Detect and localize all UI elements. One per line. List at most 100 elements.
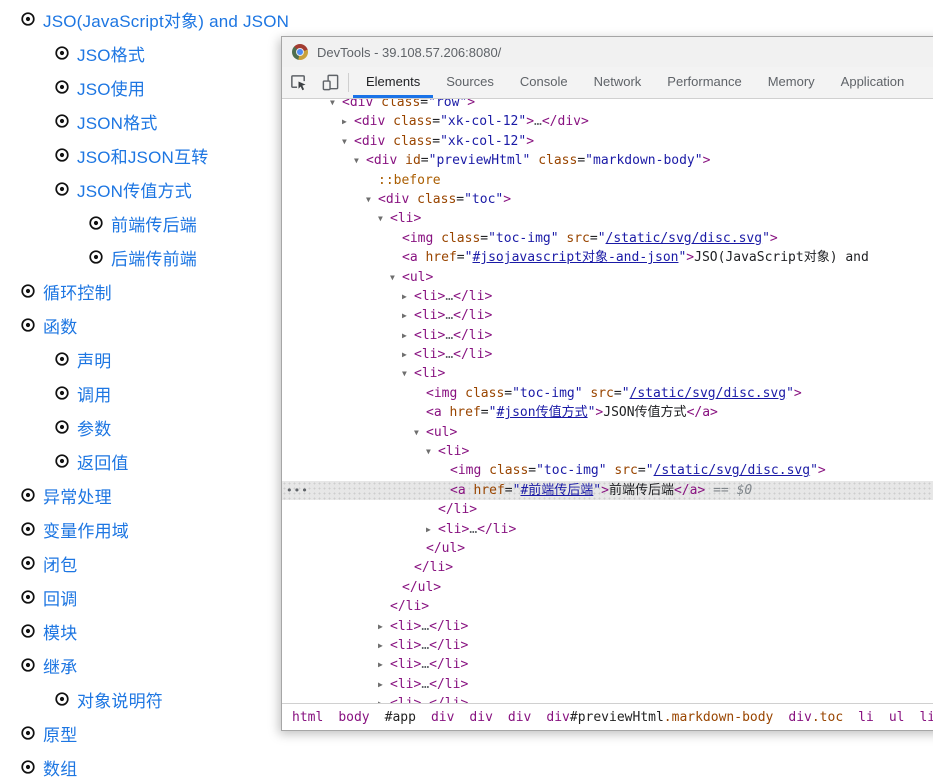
toc-link[interactable]: 声明 (77, 347, 111, 372)
toc-link[interactable]: 变量作用域 (43, 517, 129, 542)
tree-row[interactable]: </ul> (282, 578, 933, 597)
breadcrumb-item[interactable]: div.toc (788, 710, 843, 725)
devtools-title: DevTools - 39.108.57.206:8080/ (317, 45, 501, 60)
expanded-arrow-icon[interactable]: ▼ (414, 423, 426, 442)
breadcrumb-item[interactable]: li (919, 710, 933, 725)
expanded-arrow-icon[interactable]: ▼ (426, 442, 438, 461)
expanded-arrow-icon[interactable]: ▼ (378, 209, 390, 228)
tab-application[interactable]: Application (828, 67, 918, 98)
toc-link[interactable]: 参数 (77, 415, 111, 440)
tree-row[interactable]: ▶<div class="xk-col-12">…</div> (282, 112, 933, 131)
tree-row[interactable]: ▶<li>…</li> (282, 694, 933, 703)
tree-row[interactable]: ▼<div class="toc"> (282, 190, 933, 209)
breadcrumb-item[interactable]: body (338, 710, 369, 725)
code-token: </li> (429, 696, 468, 703)
toc-link[interactable]: 原型 (43, 721, 77, 746)
toc-link[interactable]: 返回值 (77, 449, 129, 474)
breadcrumb-item[interactable]: div#previewHtml.markdown-body (546, 710, 773, 725)
collapsed-arrow-icon[interactable]: ▶ (402, 345, 414, 364)
tree-row[interactable]: ▶<li>…</li> (282, 287, 933, 306)
breadcrumb-item[interactable]: li (858, 710, 874, 725)
collapsed-arrow-icon[interactable]: ▶ (378, 694, 390, 703)
breadcrumb-item[interactable]: div (469, 710, 492, 725)
tree-row[interactable]: <img class="toc-img" src="/static/svg/di… (282, 229, 933, 248)
breadcrumb-item[interactable]: ul (889, 710, 905, 725)
tree-row[interactable]: ▶<li>…</li> (282, 675, 933, 694)
toc-link[interactable]: 模块 (43, 619, 77, 644)
toc-link[interactable]: 循环控制 (43, 279, 112, 304)
tab-memory[interactable]: Memory (755, 67, 828, 98)
code-token: "previewHtml" (429, 153, 531, 168)
tree-row[interactable]: ▼<div class="xk-col-12"> (282, 132, 933, 151)
tab-console[interactable]: Console (507, 67, 581, 98)
tree-row[interactable]: ▼<li> (282, 209, 933, 228)
collapsed-arrow-icon[interactable]: ▶ (378, 655, 390, 674)
inspect-element-icon[interactable] (282, 67, 314, 98)
expanded-arrow-icon[interactable]: ▼ (330, 99, 342, 112)
breadcrumb-item[interactable]: #app (385, 710, 416, 725)
toc-link[interactable]: 异常处理 (43, 483, 112, 508)
toc-link[interactable]: JSO使用 (77, 75, 145, 100)
tree-row[interactable]: ▶<li>…</li> (282, 306, 933, 325)
toc-link[interactable]: 后端传前端 (111, 245, 197, 270)
collapsed-arrow-icon[interactable]: ▶ (378, 675, 390, 694)
expanded-arrow-icon[interactable]: ▼ (342, 132, 354, 151)
tree-row[interactable]: ::before (282, 171, 933, 190)
expanded-arrow-icon[interactable]: ▼ (366, 190, 378, 209)
tree-row[interactable]: ▶<li>…</li> (282, 326, 933, 345)
tree-row[interactable]: ▼<div id="previewHtml" class="markdown-b… (282, 151, 933, 170)
tree-row[interactable]: ▼<ul> (282, 268, 933, 287)
tree-row[interactable]: ▶<li>…</li> (282, 520, 933, 539)
tree-row[interactable]: </ul> (282, 539, 933, 558)
toc-link[interactable]: 继承 (43, 653, 77, 678)
toc-link[interactable]: 对象说明符 (77, 687, 163, 712)
toc-link[interactable]: JSON传值方式 (77, 177, 192, 202)
expanded-arrow-icon[interactable]: ▼ (354, 151, 366, 170)
more-actions-icon[interactable]: ••• (286, 481, 309, 500)
collapsed-arrow-icon[interactable]: ▶ (426, 520, 438, 539)
breadcrumb-item[interactable]: html (292, 710, 323, 725)
tree-row[interactable]: </li> (282, 500, 933, 519)
collapsed-arrow-icon[interactable]: ▶ (378, 617, 390, 636)
tree-row[interactable]: ▼<div class="row"> (282, 99, 933, 112)
elements-tree: ▼<div class="row">▶<div class="xk-col-12… (282, 99, 933, 703)
collapsed-arrow-icon[interactable]: ▶ (402, 287, 414, 306)
collapsed-arrow-icon[interactable]: ▶ (402, 306, 414, 325)
toc-link[interactable]: JSO和JSON互转 (77, 143, 208, 168)
tree-row-selected[interactable]: •••<a href="#前端传后端">前端传后端</a> == $0 (282, 481, 933, 500)
tree-row[interactable]: ▶<li>…</li> (282, 345, 933, 364)
tree-row[interactable]: ▶<li>…</li> (282, 636, 933, 655)
tab-sources[interactable]: Sources (433, 67, 507, 98)
tree-row[interactable]: ▼<ul> (282, 423, 933, 442)
tree-row[interactable]: </li> (282, 558, 933, 577)
tab-performance[interactable]: Performance (654, 67, 754, 98)
breadcrumb-item[interactable]: div (431, 710, 454, 725)
collapsed-arrow-icon[interactable]: ▶ (378, 636, 390, 655)
tree-row[interactable]: </li> (282, 597, 933, 616)
tree-row[interactable]: ▼<li> (282, 364, 933, 383)
toc-link[interactable]: 前端传后端 (111, 211, 197, 236)
toc-link[interactable]: 闭包 (43, 551, 77, 576)
toc-link[interactable]: 回调 (43, 585, 77, 610)
tree-row[interactable]: ▼<li> (282, 442, 933, 461)
toc-link[interactable]: 数组 (43, 755, 77, 780)
expanded-arrow-icon[interactable]: ▼ (402, 364, 414, 383)
tree-row[interactable]: <img class="toc-img" src="/static/svg/di… (282, 461, 933, 480)
tree-row[interactable]: <img class="toc-img" src="/static/svg/di… (282, 384, 933, 403)
tree-row[interactable]: ▶<li>…</li> (282, 655, 933, 674)
tree-row[interactable]: ▶<li>…</li> (282, 617, 933, 636)
tree-row[interactable]: <a href="#jsojavascript对象-and-json">JSO(… (282, 248, 933, 267)
toc-link[interactable]: JSO(JavaScript对象) and JSON (43, 7, 289, 32)
toc-link[interactable]: 函数 (43, 313, 77, 338)
breadcrumb-item[interactable]: div (508, 710, 531, 725)
collapsed-arrow-icon[interactable]: ▶ (342, 112, 354, 131)
expanded-arrow-icon[interactable]: ▼ (390, 268, 402, 287)
toc-link[interactable]: JSO格式 (77, 41, 145, 66)
tab-elements[interactable]: Elements (353, 67, 433, 98)
tab-network[interactable]: Network (581, 67, 655, 98)
toc-link[interactable]: JSON格式 (77, 109, 158, 134)
tree-row[interactable]: <a href="#json传值方式">JSON传值方式</a> (282, 403, 933, 422)
collapsed-arrow-icon[interactable]: ▶ (402, 326, 414, 345)
toc-link[interactable]: 调用 (77, 381, 111, 406)
device-toolbar-icon[interactable] (314, 67, 346, 98)
